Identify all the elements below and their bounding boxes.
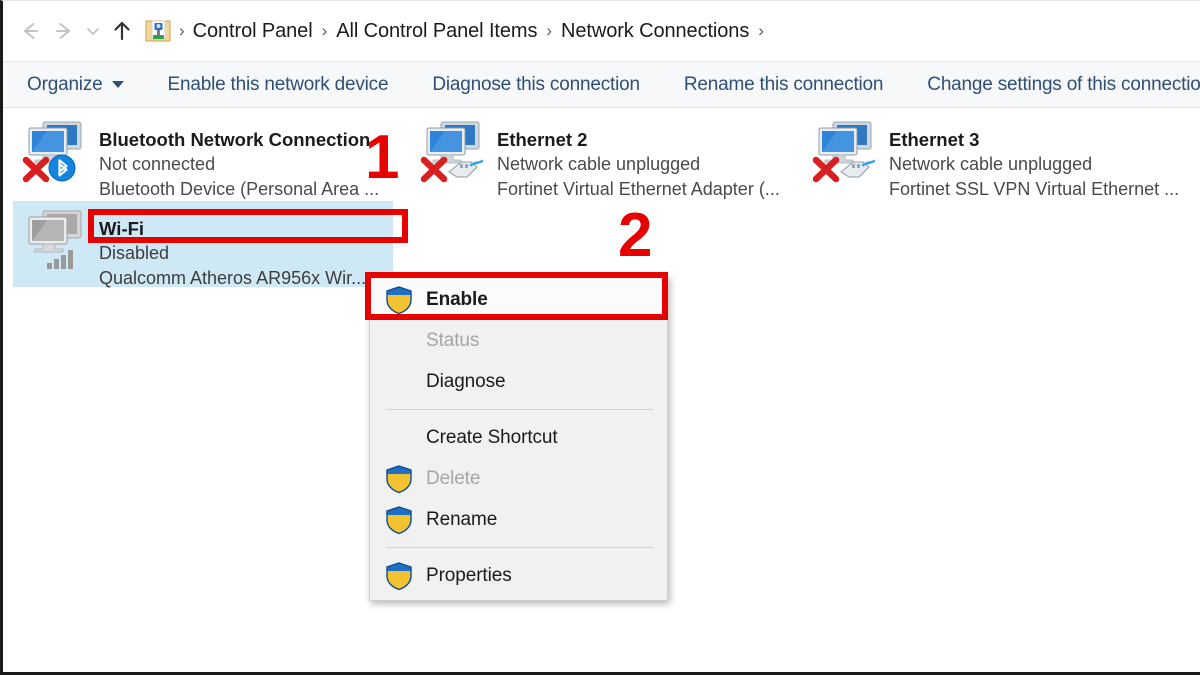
breadcrumb-separator: ›: [321, 21, 328, 40]
annotation-number-2: 2: [618, 201, 653, 270]
red-x-icon: [420, 156, 448, 183]
menu-item-properties[interactable]: Properties: [370, 555, 667, 596]
connection-details: Ethernet 3 Network cable unplugged Forti…: [885, 118, 1179, 202]
menu-item-create-shortcut[interactable]: Create Shortcut: [370, 417, 667, 458]
command-toolbar: Organize Enable this network device Diag…: [3, 61, 1200, 108]
connection-details: Ethernet 2 Network cable unplugged Forti…: [493, 118, 780, 202]
organize-label: Organize: [27, 73, 103, 95]
breadcrumb-item-control-panel[interactable]: Control Panel: [191, 20, 315, 43]
connection-name: Ethernet 3: [889, 129, 980, 150]
menu-item-label: Status: [426, 329, 480, 351]
connection-item-bluetooth-network-connection[interactable]: Bluetooth Network Connection Not connect…: [13, 112, 393, 199]
shield-icon: [384, 561, 414, 591]
connection-device: Fortinet Virtual Ethernet Adapter (...: [497, 179, 780, 199]
menu-item-rename[interactable]: Rename: [370, 499, 667, 540]
shield-icon: [384, 464, 414, 494]
organize-button[interactable]: Organize: [27, 74, 124, 96]
menu-separator: [386, 547, 653, 548]
menu-item-label: Rename: [426, 508, 498, 530]
shield-icon: [384, 285, 414, 315]
menu-separator: [386, 409, 653, 410]
menu-item-diagnose[interactable]: Diagnose: [370, 361, 667, 402]
wifi-signal-icon: [47, 250, 73, 269]
network-connections-window: › Control Panel › All Control Panel Item…: [0, 0, 1200, 675]
menu-item-enable[interactable]: Enable: [370, 279, 667, 320]
connection-device: Qualcomm Atheros AR956x Wir...: [99, 268, 367, 288]
breadcrumb-separator: ›: [179, 21, 185, 40]
connection-name: Bluetooth Network Connection: [99, 129, 371, 150]
red-x-icon: [22, 156, 50, 183]
connection-status: Network cable unplugged: [497, 154, 701, 174]
up-arrow-icon[interactable]: [105, 14, 139, 48]
ethernet-cable-icon: [840, 159, 875, 178]
breadcrumb-separator: ›: [758, 21, 764, 40]
ethernet-cable-icon: [448, 159, 483, 178]
annotation-number-1: 1: [365, 123, 400, 192]
connection-name: Wi-Fi: [99, 218, 145, 239]
red-x-icon: [812, 156, 840, 183]
breadcrumb: › Control Panel › All Control Panel Item…: [145, 15, 1200, 47]
back-arrow-icon[interactable]: [13, 14, 47, 48]
connection-item-ethernet-3[interactable]: Ethernet 3 Network cable unplugged Forti…: [803, 112, 1183, 199]
network-adapter-icon: [21, 118, 95, 184]
enable-this-network-device-button[interactable]: Enable this network device: [168, 74, 389, 96]
connection-status: Disabled: [99, 243, 170, 263]
menu-item-status: Status: [370, 320, 667, 361]
chevron-down-icon[interactable]: [81, 14, 105, 48]
menu-item-label: Diagnose: [426, 370, 506, 392]
connection-name: Ethernet 2: [497, 129, 588, 150]
connection-details: Wi-Fi Disabled Qualcomm Atheros AR956x W…: [95, 207, 366, 291]
connection-status: Not connected: [99, 154, 216, 174]
breadcrumb-item-all-control-panel-items[interactable]: All Control Panel Items: [334, 20, 539, 43]
menu-item-label: Create Shortcut: [426, 426, 558, 448]
menu-item-label: Enable: [426, 288, 488, 310]
connection-item-wi-fi[interactable]: Wi-Fi Disabled Qualcomm Atheros AR956x W…: [13, 201, 393, 288]
network-adapter-disabled-icon: [21, 207, 95, 273]
bluetooth-icon: [48, 154, 76, 182]
control-panel-icon[interactable]: [145, 18, 171, 44]
change-settings-of-this-connection-button[interactable]: Change settings of this connection: [927, 74, 1200, 96]
connection-details: Bluetooth Network Connection Not connect…: [95, 118, 379, 202]
connection-device: Fortinet SSL VPN Virtual Ethernet ...: [889, 179, 1180, 199]
connection-status: Network cable unplugged: [889, 154, 1093, 174]
shield-icon: [384, 505, 414, 535]
menu-item-delete: Delete: [370, 458, 667, 499]
breadcrumb-item-network-connections[interactable]: Network Connections: [559, 20, 751, 43]
menu-icon-placeholder: [384, 423, 414, 453]
rename-this-connection-button[interactable]: Rename this connection: [684, 74, 884, 96]
network-adapter-icon: [811, 118, 885, 184]
context-menu: Enable Status Diagnose Create Shortcut D…: [369, 275, 668, 601]
diagnose-this-connection-button[interactable]: Diagnose this connection: [432, 74, 640, 96]
menu-icon-placeholder: [384, 367, 414, 397]
connection-item-ethernet-2[interactable]: Ethernet 2 Network cable unplugged Forti…: [411, 112, 791, 199]
network-adapter-icon: [419, 118, 493, 184]
menu-item-label: Delete: [426, 467, 481, 489]
menu-icon-placeholder: [384, 326, 414, 356]
address-bar: › Control Panel › All Control Panel Item…: [3, 1, 1200, 61]
menu-item-label: Properties: [426, 564, 512, 586]
forward-arrow-icon[interactable]: [47, 14, 81, 48]
connection-device: Bluetooth Device (Personal Area ...: [99, 179, 380, 199]
breadcrumb-separator: ›: [546, 21, 553, 40]
chevron-down-icon: [111, 81, 124, 88]
